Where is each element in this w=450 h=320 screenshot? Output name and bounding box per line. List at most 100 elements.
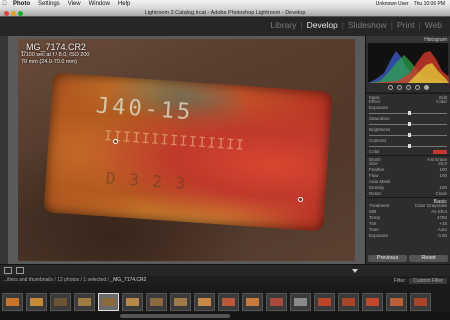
color-swatch[interactable] xyxy=(433,150,447,154)
menu-item-photo[interactable]: Photo xyxy=(9,0,34,9)
module-print[interactable]: Print xyxy=(393,20,418,30)
before-after-view-icon[interactable] xyxy=(16,267,24,274)
thumbnail-image xyxy=(270,298,283,306)
window-title: Lightroom 2 Catalog.lrcat - Adobe Photos… xyxy=(144,10,306,16)
menu-item-window[interactable]: Window xyxy=(85,0,114,9)
module-slideshow[interactable]: Slideshow xyxy=(344,20,391,30)
brightness-slider[interactable] xyxy=(369,133,447,137)
filmstrip-thumbnail[interactable] xyxy=(386,293,407,311)
histogram xyxy=(368,43,449,83)
zoom-window-icon[interactable] xyxy=(18,10,23,16)
filmstrip-thumbnail[interactable] xyxy=(410,293,431,311)
menubar-status: Unknown User Thu 10:06 PM xyxy=(376,0,450,9)
thumbnail-image xyxy=(222,298,235,306)
loupe-view-icon[interactable] xyxy=(4,267,12,274)
thumbnail-image xyxy=(30,298,43,306)
filmstrip-source[interactable]: ...ilters and thumbnails / 12 photos / 1… xyxy=(3,277,109,283)
graduated-filter-icon[interactable] xyxy=(414,85,420,90)
previous-button[interactable]: Previous xyxy=(368,255,407,262)
window-controls xyxy=(4,10,23,16)
filmstrip-thumbnail[interactable] xyxy=(362,293,383,311)
photo-exposure: 1/100 sec at f / 8.0, ISO 200 xyxy=(21,52,90,58)
module-library[interactable]: Library xyxy=(266,20,300,30)
thumbnail-image xyxy=(174,298,187,306)
row-label: Exposure xyxy=(369,233,389,238)
thumbnail-image xyxy=(342,298,355,306)
user-name[interactable]: Unknown User xyxy=(376,0,409,9)
menu-item-view[interactable]: View xyxy=(64,0,85,9)
thumbnail-image xyxy=(246,298,259,306)
thumbnail-image xyxy=(102,298,115,306)
reset-all-button[interactable]: Reset xyxy=(409,255,448,262)
row-label: Color xyxy=(369,149,380,154)
apple-menu-icon[interactable]:  xyxy=(0,0,9,9)
filmstrip-thumbnail[interactable] xyxy=(50,293,71,311)
thumbnail-image xyxy=(390,298,403,306)
module-develop[interactable]: Develop xyxy=(303,20,342,30)
filmstrip-thumbnail[interactable] xyxy=(194,293,215,311)
right-panel: Histogram Mask Edit Effect Color Exposure … xyxy=(365,36,450,264)
slider-handle[interactable] xyxy=(408,144,411,148)
thumbnail-image xyxy=(126,298,139,306)
filmstrip-thumbnail[interactable] xyxy=(146,293,167,311)
filmstrip-thumbnail[interactable] xyxy=(2,293,23,311)
spot-removal-icon[interactable] xyxy=(396,85,402,90)
filmstrip-thumbnail[interactable] xyxy=(242,293,263,311)
rusty-plate-image: J40-15 IIIIIIIIIIIIIII D 3 2 3 xyxy=(43,72,333,232)
row-value: 0.00 xyxy=(438,233,447,238)
filmstrip-filename: _MG_7174.CR2 xyxy=(110,277,147,283)
minimize-window-icon[interactable] xyxy=(11,10,16,16)
slider-handle[interactable] xyxy=(408,111,411,115)
adjustment-pin-icon[interactable] xyxy=(298,197,303,202)
scrollbar-thumb[interactable] xyxy=(120,314,230,318)
filmstrip-thumbnail[interactable] xyxy=(266,293,287,311)
filmstrip-thumbnail[interactable] xyxy=(170,293,191,311)
menu-item-help[interactable]: Help xyxy=(114,0,134,9)
filmstrip-thumbnail[interactable] xyxy=(314,293,335,311)
develop-tool-strip xyxy=(366,83,450,93)
toolbar-menu-chevron-icon[interactable] xyxy=(352,269,358,273)
red-eye-icon[interactable] xyxy=(405,85,411,90)
filmstrip-thumbnail[interactable] xyxy=(26,293,47,311)
filmstrip-thumbnail[interactable] xyxy=(98,293,119,311)
reset-button[interactable]: Reset xyxy=(369,191,381,197)
image-canvas[interactable]: J40-15 IIIIIIIIIIIIIII D 3 2 3 _MG_7174.… xyxy=(8,36,365,264)
filmstrip-thumbnail[interactable] xyxy=(338,293,359,311)
filmstrip-thumbnail[interactable] xyxy=(74,293,95,311)
photo-info-overlay: _MG_7174.CR2 1/100 sec at f / 8.0, ISO 2… xyxy=(21,42,90,66)
thumbnail-image xyxy=(54,298,67,306)
thumbnail-image xyxy=(294,298,307,306)
slider-handle[interactable] xyxy=(408,122,411,126)
basic-exposure-row[interactable]: Exposure 0.00 xyxy=(366,233,450,239)
close-window-icon[interactable] xyxy=(4,10,9,16)
thumbnail-image xyxy=(198,298,211,306)
histogram-header[interactable]: Histogram xyxy=(366,36,450,43)
photo-preview[interactable]: J40-15 IIIIIIIIIIIIIII D 3 2 3 _MG_7174.… xyxy=(18,39,355,261)
plate-stamp-text: J40-15 xyxy=(95,93,195,126)
module-header: Library | Develop | Slideshow | Print | … xyxy=(0,17,450,36)
menu-item-settings[interactable]: Settings xyxy=(34,0,64,9)
thumbnail-image xyxy=(6,298,19,306)
adjustment-brush-icon[interactable] xyxy=(423,85,429,90)
filmstrip-header: ...ilters and thumbnails / 12 photos / 1… xyxy=(0,276,450,284)
left-panel-collapsed[interactable] xyxy=(0,36,8,264)
filmstrip-thumbnail[interactable] xyxy=(122,293,143,311)
adjustment-pin-icon[interactable] xyxy=(113,139,118,144)
crop-tool-icon[interactable] xyxy=(387,85,393,90)
module-web[interactable]: Web xyxy=(421,20,446,30)
row-value: Color xyxy=(436,99,447,104)
contrast-slider[interactable] xyxy=(369,144,447,148)
thumbnail-image xyxy=(150,298,163,306)
filmstrip-scrollbar[interactable] xyxy=(0,312,450,320)
slider-handle[interactable] xyxy=(408,133,411,137)
close-button[interactable]: Close xyxy=(435,191,447,197)
exposure-slider[interactable] xyxy=(369,111,447,115)
thumbnail-image xyxy=(366,298,379,306)
filmstrip-thumbnail[interactable] xyxy=(218,293,239,311)
menubar:  Photo Settings View Window Help Unknow… xyxy=(0,0,450,9)
bottom-toolbar xyxy=(0,264,450,276)
clock[interactable]: Thu 10:06 PM xyxy=(414,0,445,9)
thumbnail-image xyxy=(414,298,427,306)
saturation-slider[interactable] xyxy=(369,122,447,126)
filmstrip-thumbnail[interactable] xyxy=(290,293,311,311)
